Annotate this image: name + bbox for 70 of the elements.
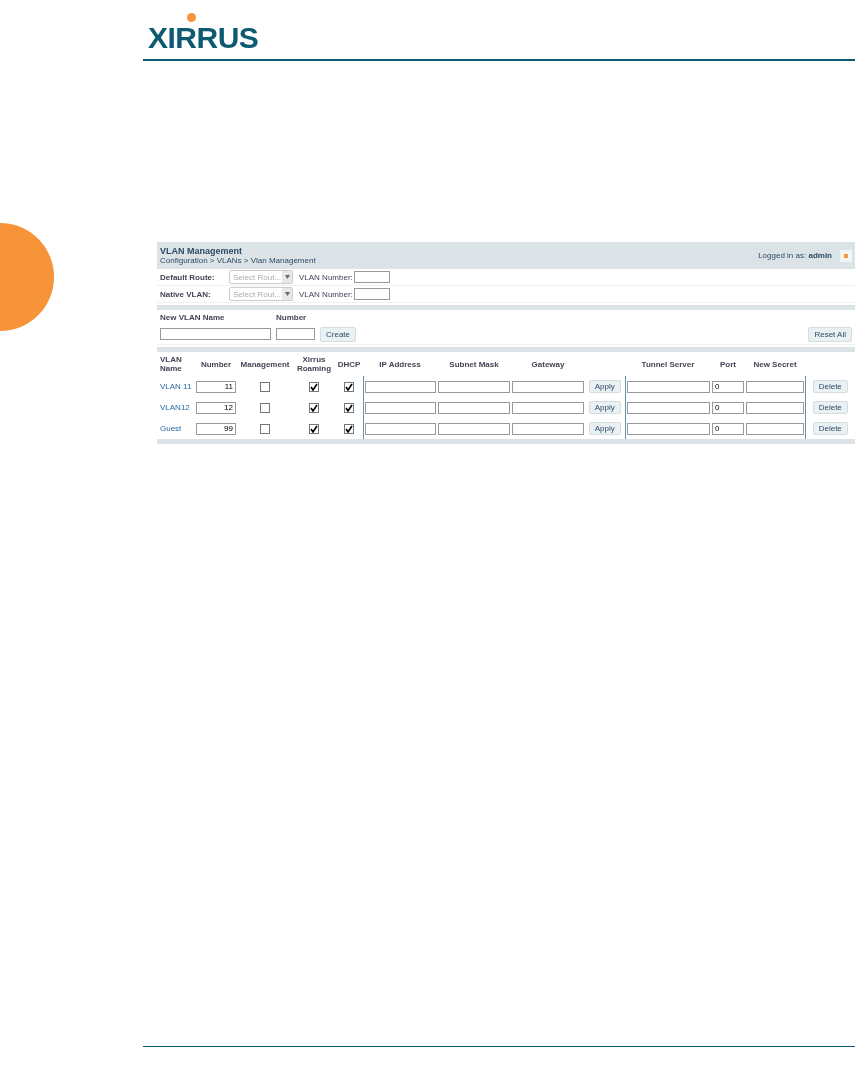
checkbox[interactable]	[309, 423, 319, 434]
gateway-field[interactable]	[512, 422, 584, 435]
checkbox[interactable]	[343, 381, 354, 392]
apply-button[interactable]: Apply	[588, 401, 621, 414]
breadcrumb: Configuration > VLANs > Vlan Management	[160, 256, 317, 265]
number-field[interactable]: 11	[196, 380, 236, 393]
column-header: VLAN Name	[160, 355, 182, 373]
vlan-number-field[interactable]	[276, 328, 315, 340]
vlan-name-link[interactable]: VLAN12	[160, 403, 194, 412]
ip-address-field[interactable]	[364, 380, 436, 393]
field-label: VLAN Number:	[299, 289, 353, 299]
create-button[interactable]: Create	[320, 326, 356, 342]
checkbox[interactable]	[309, 402, 319, 413]
gateway-field[interactable]	[512, 401, 584, 414]
apply-button[interactable]: Apply	[588, 422, 621, 435]
column-label: Number	[276, 312, 307, 322]
checkbox[interactable]	[343, 402, 354, 413]
column-header: Port	[720, 359, 736, 369]
port-field[interactable]: 0	[712, 422, 744, 435]
delete-button[interactable]: Delete	[812, 422, 848, 435]
login-status: Logged in as: admin	[758, 251, 832, 260]
checkbox[interactable]	[260, 423, 270, 434]
reset-all-button[interactable]: Reset All	[808, 326, 852, 342]
delete-button[interactable]: Delete	[812, 401, 848, 414]
field-label: VLAN Number:	[299, 272, 353, 282]
column-header: Xirrus Roaming	[296, 355, 332, 373]
vlan-name-field[interactable]	[160, 328, 271, 340]
field-label: Native VLAN:	[160, 289, 212, 299]
new-secret-field[interactable]	[746, 401, 804, 414]
port-field[interactable]: 0	[712, 380, 744, 393]
tunnel-server-field[interactable]	[626, 380, 710, 393]
apply-button[interactable]: Apply	[588, 380, 621, 393]
vlan-number-field[interactable]	[353, 271, 390, 283]
logo: XIRRUS	[148, 22, 259, 54]
delete-button[interactable]: Delete	[812, 380, 848, 393]
number-field[interactable]: 99	[196, 422, 236, 435]
column-header: IP Address	[379, 359, 421, 369]
subnet-mask-field[interactable]	[438, 422, 510, 435]
dropdown-arrow-icon	[284, 275, 290, 279]
logout-button[interactable]	[840, 249, 852, 262]
field-label: Default Route:	[160, 272, 216, 282]
gateway-field[interactable]	[512, 380, 584, 393]
new-secret-field[interactable]	[746, 422, 804, 435]
new-secret-field[interactable]	[746, 380, 804, 393]
tunnel-server-field[interactable]	[626, 401, 710, 414]
checkbox[interactable]	[260, 402, 270, 413]
column-header: Tunnel Server	[641, 359, 695, 369]
checkbox[interactable]	[260, 381, 270, 392]
panel-title: VLAN Management	[160, 246, 243, 256]
column-header: Management	[240, 359, 290, 369]
ip-address-field[interactable]	[364, 401, 436, 414]
number-field[interactable]: 12	[196, 401, 236, 414]
checkbox[interactable]	[343, 423, 354, 434]
vlan-name-link[interactable]: VLAN 11	[160, 382, 194, 391]
ip-address-field[interactable]	[364, 422, 436, 435]
checkbox[interactable]	[309, 381, 319, 392]
column-header: DHCP	[337, 359, 361, 369]
tunnel-server-field[interactable]	[626, 422, 710, 435]
column-header: Subnet Mask	[449, 359, 499, 369]
subnet-mask-field[interactable]	[438, 401, 510, 414]
vlan-name-link[interactable]: Guest	[160, 424, 194, 433]
logo-dot-icon	[187, 13, 196, 22]
vlan-number-field[interactable]	[353, 288, 390, 300]
column-header: New Secret	[753, 359, 797, 369]
column-header: Number	[200, 359, 232, 369]
column-header: Gateway	[531, 359, 565, 369]
dropdown-arrow-icon	[284, 292, 290, 296]
port-field[interactable]: 0	[712, 401, 744, 414]
subnet-mask-field[interactable]	[438, 380, 510, 393]
column-label: New VLAN Name	[160, 312, 226, 322]
